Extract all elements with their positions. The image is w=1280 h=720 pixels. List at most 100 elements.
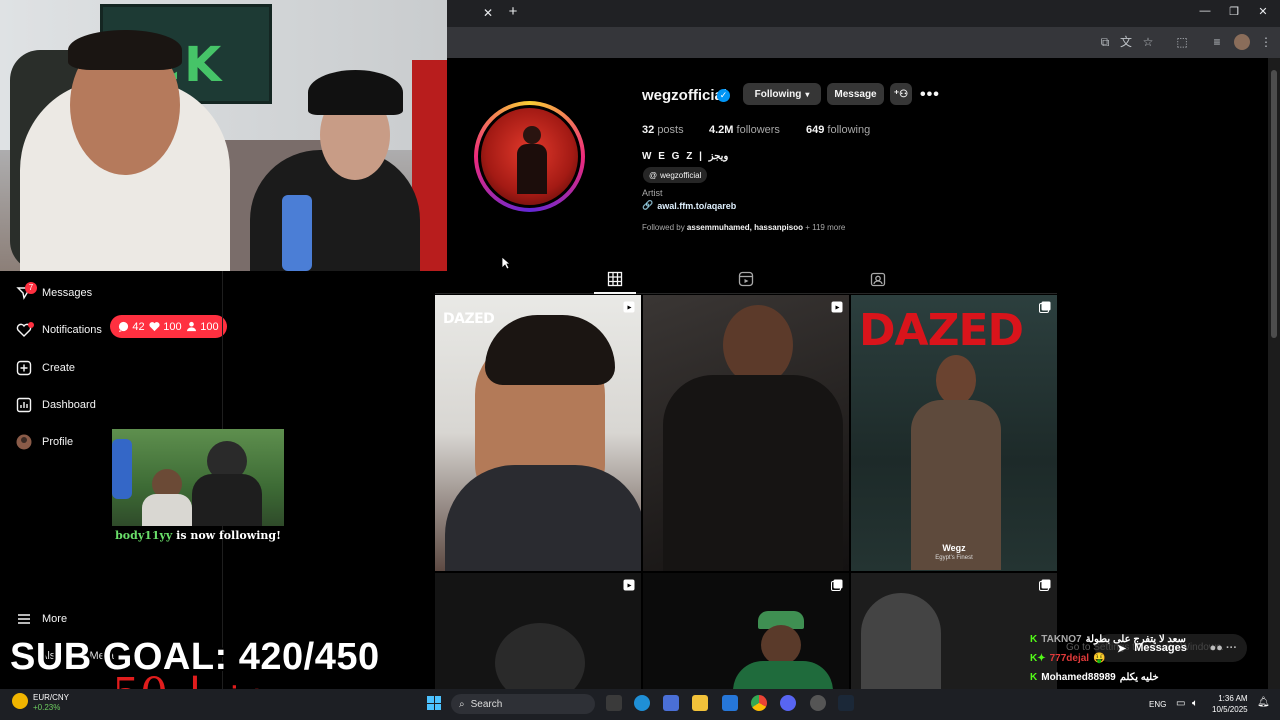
like-count-value: 100 bbox=[163, 320, 182, 333]
message-button[interactable]: Message bbox=[827, 83, 884, 105]
post-subject-shirt bbox=[733, 661, 833, 689]
streamer-hair bbox=[68, 30, 182, 70]
post-tile[interactable] bbox=[435, 573, 641, 689]
language-indicator[interactable]: ENG bbox=[1149, 700, 1166, 709]
search-icon: ⌕ bbox=[459, 698, 465, 710]
sidebar-item-more[interactable]: More bbox=[16, 609, 67, 629]
notification-bell-icon[interactable]: 🔔︎ bbox=[1257, 697, 1270, 708]
profile-link-text: awal.ffm.to/aqareb bbox=[657, 200, 737, 211]
messages-badge: 7 bbox=[25, 282, 37, 294]
menu-icon bbox=[18, 614, 30, 624]
weather-icon[interactable] bbox=[12, 693, 28, 709]
post-subject-body bbox=[663, 375, 843, 571]
sidebar-item-create[interactable]: Create bbox=[16, 358, 75, 378]
post-tile[interactable]: DAZED bbox=[435, 295, 641, 571]
obs-icon[interactable] bbox=[810, 695, 826, 711]
post-tile[interactable]: DAZED Wegz Egypt's Finest bbox=[851, 295, 1057, 571]
like-count: 100 bbox=[149, 320, 182, 333]
task-view-icon[interactable] bbox=[606, 695, 622, 711]
post-tile[interactable] bbox=[643, 573, 849, 689]
tab-divider bbox=[435, 293, 1057, 294]
profile-picture[interactable] bbox=[478, 105, 581, 208]
sidebar-item-label: More bbox=[42, 613, 68, 625]
translate-icon[interactable]: 文 bbox=[1118, 34, 1134, 50]
media-control-icon[interactable]: ≡ bbox=[1209, 34, 1225, 50]
follow-alert-image bbox=[112, 429, 284, 526]
extensions-icon[interactable]: ⬚ bbox=[1174, 34, 1190, 50]
store-icon[interactable] bbox=[663, 695, 679, 711]
chat-message: K✦ 777dejal 🤑 bbox=[1030, 649, 1230, 668]
microphone bbox=[282, 195, 312, 271]
profile-avatar-icon bbox=[16, 434, 32, 450]
followed-by-text[interactable]: Followed by assemmuhamed, hassanpisoo + … bbox=[642, 223, 845, 232]
post-overlay-text: DAZED bbox=[859, 305, 1024, 356]
followers-stat[interactable]: 4.2M followers bbox=[709, 124, 780, 136]
sidebar-item-label: Create bbox=[42, 362, 76, 374]
post-subject bbox=[723, 305, 793, 385]
heart-filled-icon bbox=[149, 322, 160, 332]
profile-category: Artist bbox=[642, 188, 663, 198]
follow-count-value: 100 bbox=[200, 320, 219, 333]
threads-badge[interactable]: @ wegzofficial bbox=[643, 167, 708, 183]
network-icon[interactable]: ▭ bbox=[1176, 698, 1185, 709]
post-subject bbox=[761, 625, 801, 665]
kick-icon: K bbox=[1030, 672, 1038, 683]
ticker-widget[interactable]: EUR/CNY +0.23% bbox=[33, 693, 69, 713]
post-tile[interactable] bbox=[851, 573, 1057, 689]
sidebar-item-dashboard[interactable]: Dashboard bbox=[16, 395, 96, 415]
suggested-users-button[interactable]: ⁺⚇ bbox=[890, 83, 912, 105]
bookmark-star-icon[interactable]: ☆ bbox=[1140, 34, 1156, 50]
scrollbar-thumb[interactable] bbox=[1271, 70, 1277, 338]
minimize-icon[interactable]: — bbox=[1196, 5, 1214, 21]
chrome-menu-icon[interactable]: ⋮ bbox=[1258, 34, 1274, 50]
restore-icon[interactable]: ❐ bbox=[1225, 5, 1243, 21]
taskbar-date: 10/5/2025 bbox=[1212, 705, 1248, 714]
close-window-icon[interactable]: ✕ bbox=[1254, 5, 1272, 21]
sidebar-item-label: Profile bbox=[42, 436, 74, 448]
edge-icon[interactable] bbox=[634, 695, 650, 711]
profile-full-name: W E G Z | ويجز bbox=[642, 151, 729, 162]
post-tile[interactable] bbox=[643, 295, 849, 571]
following-label: following bbox=[827, 124, 871, 136]
new-tab-icon[interactable]: + bbox=[505, 4, 521, 20]
posts-count: 32 bbox=[642, 124, 655, 136]
tab-tagged-icon[interactable] bbox=[870, 271, 886, 287]
following-button[interactable]: Following ▾ bbox=[743, 83, 821, 105]
comment-count-value: 42 bbox=[132, 320, 145, 333]
options-icon[interactable]: ••• bbox=[920, 86, 940, 104]
profile-link[interactable]: 🔗 awal.ffm.to/aqareb bbox=[642, 200, 736, 211]
chrome-icon[interactable] bbox=[751, 695, 767, 711]
kick-icon: K bbox=[1030, 634, 1038, 645]
kick-icon: K✦ bbox=[1030, 653, 1046, 664]
outlook-icon[interactable] bbox=[722, 695, 738, 711]
threads-handle: wegzofficial bbox=[660, 170, 702, 180]
profile-username: wegzofficial bbox=[642, 87, 728, 104]
install-app-icon[interactable]: ⧉ bbox=[1097, 34, 1113, 50]
carousel-icon bbox=[1039, 301, 1051, 313]
taskbar-search[interactable]: ⌕ Search bbox=[451, 694, 595, 714]
file-explorer-icon[interactable] bbox=[692, 695, 708, 711]
discord-icon[interactable] bbox=[780, 695, 796, 711]
comment-count: 42 bbox=[118, 320, 145, 333]
following-stat[interactable]: 649 following bbox=[806, 124, 870, 136]
steam-icon[interactable] bbox=[838, 695, 854, 711]
screen: ICK Messages 7 Notifications 42 100 100 … bbox=[0, 0, 1280, 720]
plus-square-icon bbox=[16, 360, 32, 376]
chat-username: 777dejal bbox=[1049, 653, 1090, 664]
carousel-icon bbox=[831, 579, 843, 591]
volume-icon[interactable]: 🔈︎ bbox=[1192, 698, 1198, 709]
windows-start-icon[interactable] bbox=[427, 696, 441, 710]
tab-reels-icon[interactable] bbox=[738, 271, 754, 287]
post-subcaption: Egypt's Finest bbox=[935, 555, 973, 561]
post-subject-cape bbox=[445, 465, 641, 571]
taskbar-clock[interactable]: 1:36 AM 10/5/2025 bbox=[1212, 693, 1248, 715]
sidebar-item-profile[interactable]: Profile bbox=[16, 432, 73, 452]
comment-icon bbox=[119, 321, 129, 332]
message-button-label: Message bbox=[834, 88, 877, 100]
chrome-profile-avatar[interactable] bbox=[1234, 34, 1250, 50]
page-scrollbar[interactable] bbox=[1268, 58, 1280, 689]
notification-pill[interactable]: 42 100 100 bbox=[110, 315, 227, 338]
tab-posts-grid-icon[interactable] bbox=[607, 271, 623, 287]
close-tab-icon[interactable]: ✕ bbox=[481, 6, 495, 20]
dashboard-icon bbox=[16, 397, 32, 413]
